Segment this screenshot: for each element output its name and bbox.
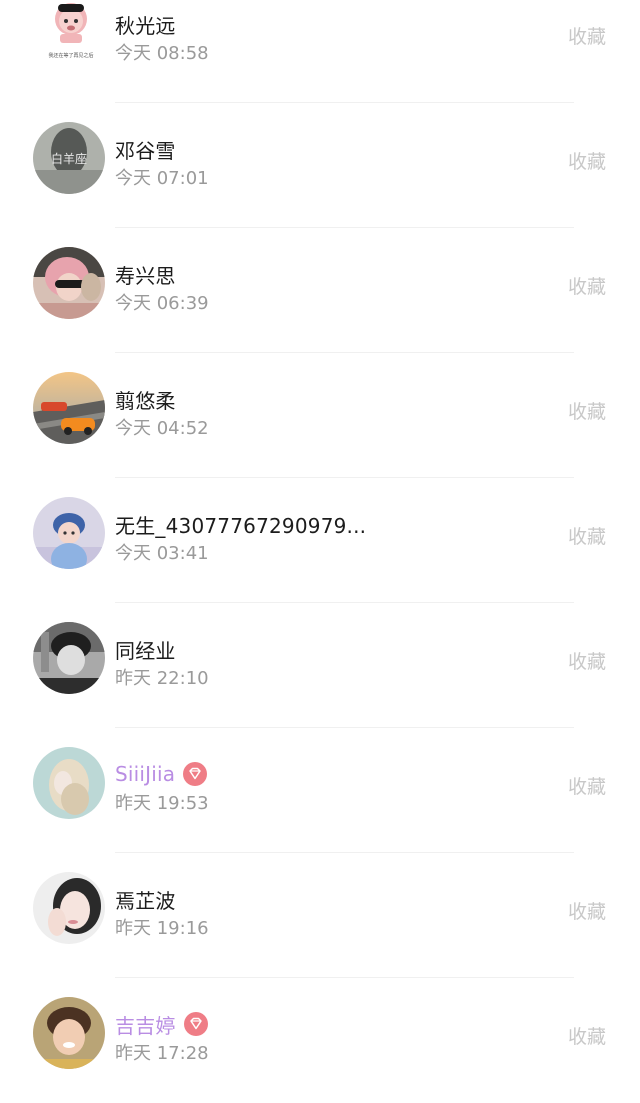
list-item[interactable]: 焉芷波 昨天 19:16 收藏 xyxy=(0,853,640,978)
avatar[interactable]: 白羊座 xyxy=(33,122,105,194)
favorite-button[interactable]: 收藏 xyxy=(568,397,606,424)
name-line: 无生_43077767290979... xyxy=(115,510,366,538)
list-item[interactable]: 寿兴思 今天 06:39 收藏 xyxy=(0,228,640,353)
user-name[interactable]: 秋光远 xyxy=(115,10,176,39)
user-name[interactable]: 邓谷雪 xyxy=(115,135,176,164)
timestamp: 今天 06:39 xyxy=(115,293,209,314)
avatar[interactable] xyxy=(33,247,105,319)
name-line: 翦悠柔 xyxy=(115,385,176,413)
avatar[interactable] xyxy=(33,872,105,944)
list-item[interactable]: 白羊座 邓谷雪 今天 07:01 收藏 xyxy=(0,103,640,228)
user-name[interactable]: SiiiJiia xyxy=(115,762,175,786)
favorite-button[interactable]: 收藏 xyxy=(568,272,606,299)
user-name[interactable]: 吉吉婷 xyxy=(115,1010,176,1039)
timestamp: 昨天 19:53 xyxy=(115,793,209,814)
avatar[interactable] xyxy=(33,497,105,569)
list-item[interactable]: 我还在等了再见之后 秋光远 今天 08:58 收藏 xyxy=(0,0,640,103)
favorite-button[interactable]: 收藏 xyxy=(568,1022,606,1049)
favorite-button[interactable]: 收藏 xyxy=(568,522,606,549)
name-line: 同经业 xyxy=(115,635,176,663)
user-name[interactable]: 翦悠柔 xyxy=(115,385,176,414)
timestamp: 昨天 19:16 xyxy=(115,918,209,939)
user-name[interactable]: 寿兴思 xyxy=(115,260,176,289)
avatar[interactable]: 我还在等了再见之后 xyxy=(40,0,102,61)
list-item[interactable]: 翦悠柔 今天 04:52 收藏 xyxy=(0,353,640,478)
avatar-caption: 我还在等了再见之后 xyxy=(48,52,93,59)
timestamp: 今天 07:01 xyxy=(115,168,209,189)
favorite-button[interactable]: 收藏 xyxy=(568,772,606,799)
timestamp: 今天 04:52 xyxy=(115,418,209,439)
timestamp: 昨天 17:28 xyxy=(115,1043,209,1064)
name-line: 焉芷波 xyxy=(115,885,176,913)
name-line: 寿兴思 xyxy=(115,260,176,288)
list-item[interactable]: SiiiJiia 昨天 19:53 收藏 xyxy=(0,728,640,853)
list-item[interactable]: 同经业 昨天 22:10 收藏 xyxy=(0,603,640,728)
avatar[interactable] xyxy=(33,622,105,694)
name-line: SiiiJiia xyxy=(115,760,208,788)
diamond-icon xyxy=(183,1012,208,1036)
avatar[interactable] xyxy=(33,747,105,819)
name-line: 吉吉婷 xyxy=(115,1010,208,1038)
favorite-button[interactable]: 收藏 xyxy=(568,897,606,924)
name-line: 秋光远 xyxy=(115,10,176,38)
timestamp: 今天 08:58 xyxy=(115,43,209,64)
avatar[interactable] xyxy=(33,997,105,1069)
list-item[interactable]: 吉吉婷 昨天 17:28 收藏 xyxy=(0,978,640,1103)
name-line: 邓谷雪 xyxy=(115,135,176,163)
timestamp: 昨天 22:10 xyxy=(115,668,209,689)
favorite-button[interactable]: 收藏 xyxy=(568,22,606,49)
avatar-caption: 白羊座 xyxy=(51,151,87,166)
avatar[interactable] xyxy=(33,372,105,444)
user-list: 我还在等了再见之后 秋光远 今天 08:58 收藏 白羊座 邓谷雪 今天 07:… xyxy=(0,0,640,1103)
diamond-icon xyxy=(183,762,208,786)
user-name[interactable]: 焉芷波 xyxy=(115,885,176,914)
favorite-button[interactable]: 收藏 xyxy=(568,147,606,174)
user-name[interactable]: 同经业 xyxy=(115,635,176,664)
list-item[interactable]: 无生_43077767290979... 今天 03:41 收藏 xyxy=(0,478,640,603)
user-name[interactable]: 无生_43077767290979... xyxy=(115,510,366,539)
timestamp: 今天 03:41 xyxy=(115,543,209,564)
favorite-button[interactable]: 收藏 xyxy=(568,647,606,674)
